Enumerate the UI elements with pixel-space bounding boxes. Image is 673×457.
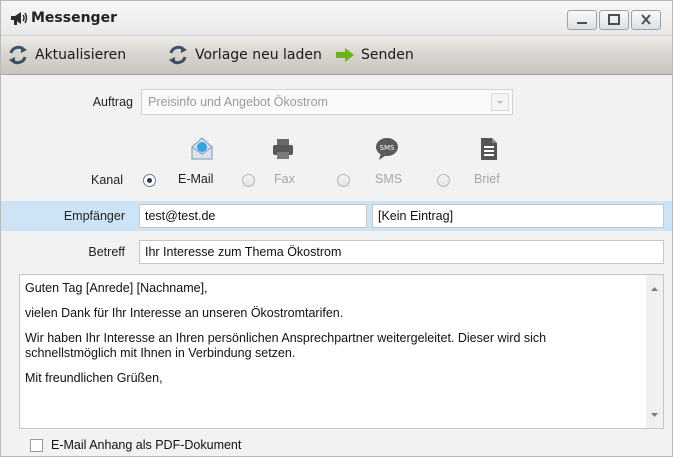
vertical-scrollbar[interactable]	[646, 275, 663, 428]
pdf-attachment-checkbox[interactable]	[30, 439, 43, 452]
channel-label-fax: Fax	[274, 172, 295, 186]
toolbar: Aktualisieren Vorlage neu laden Senden	[1, 36, 672, 75]
message-body-textarea[interactable]: Guten Tag [Anrede] [Nachname], vielen Da…	[19, 274, 664, 429]
auftrag-dropdown-button[interactable]	[491, 93, 509, 111]
reload-template-label: Vorlage neu laden	[195, 47, 322, 63]
message-paragraph: Mit freundlichen Grüßen,	[25, 371, 163, 385]
recipient-email-input[interactable]: test@test.de	[139, 204, 367, 228]
close-button[interactable]	[631, 10, 661, 30]
refresh-label: Aktualisieren	[35, 47, 127, 63]
svg-text:SMS: SMS	[380, 144, 395, 152]
maximize-button[interactable]	[599, 10, 629, 30]
scroll-arrows-icon	[651, 287, 658, 417]
refresh-icon	[9, 45, 27, 65]
maximize-icon	[608, 14, 620, 25]
channel-radio-fax[interactable]	[242, 174, 255, 187]
recipient-label: Empfänger	[63, 209, 125, 223]
email-icon	[191, 137, 213, 160]
sms-icon: SMS	[376, 138, 398, 160]
refresh-button[interactable]: Aktualisieren	[7, 36, 126, 74]
megaphone-icon	[11, 12, 28, 25]
auftrag-value: Preisinfo und Angebot Ökostrom	[148, 95, 328, 109]
message-paragraph: Wir haben Ihr Interesse an Ihren persönl…	[25, 331, 547, 360]
recipient-secondary-input[interactable]: [Kein Eintrag]	[372, 204, 664, 228]
messenger-window: Messenger Aktualisieren Vorlage neu lade…	[0, 0, 673, 457]
minimize-icon	[577, 22, 587, 24]
channel-radio-letter[interactable]	[437, 174, 450, 187]
send-button[interactable]: Senden	[335, 36, 414, 74]
message-paragraph: vielen Dank für Ihr Interesse an unseren…	[25, 306, 344, 320]
message-text: Guten Tag [Anrede] [Nachname], vielen Da…	[25, 281, 637, 396]
kanal-label: Kanal	[91, 173, 123, 187]
fax-icon	[273, 139, 293, 159]
auftrag-select[interactable]: Preisinfo und Angebot Ökostrom	[141, 89, 513, 115]
letter-icon	[481, 138, 497, 160]
send-label: Senden	[361, 47, 414, 63]
window-title: Messenger	[31, 10, 117, 26]
channel-radio-sms[interactable]	[337, 174, 350, 187]
subject-label: Betreff	[88, 245, 125, 259]
chevron-down-icon	[497, 101, 503, 104]
subject-input[interactable]: Ihr Interesse zum Thema Ökostrom	[139, 240, 664, 264]
auftrag-label: Auftrag	[92, 95, 133, 109]
channel-label-sms: SMS	[375, 172, 403, 186]
reload-template-button[interactable]: Vorlage neu laden	[167, 36, 322, 74]
minimize-button[interactable]	[567, 10, 597, 30]
arrow-right-icon	[336, 48, 354, 62]
reload-icon	[169, 45, 187, 65]
channel-radio-email[interactable]	[143, 174, 156, 187]
pdf-attachment-label: E-Mail Anhang als PDF-Dokument	[51, 438, 242, 452]
message-paragraph: Guten Tag [Anrede] [Nachname],	[25, 281, 208, 295]
close-icon	[641, 14, 651, 25]
channel-label-letter: Brief	[474, 172, 500, 186]
channel-label-email: E-Mail	[178, 172, 214, 186]
title-bar[interactable]: Messenger	[1, 1, 672, 36]
